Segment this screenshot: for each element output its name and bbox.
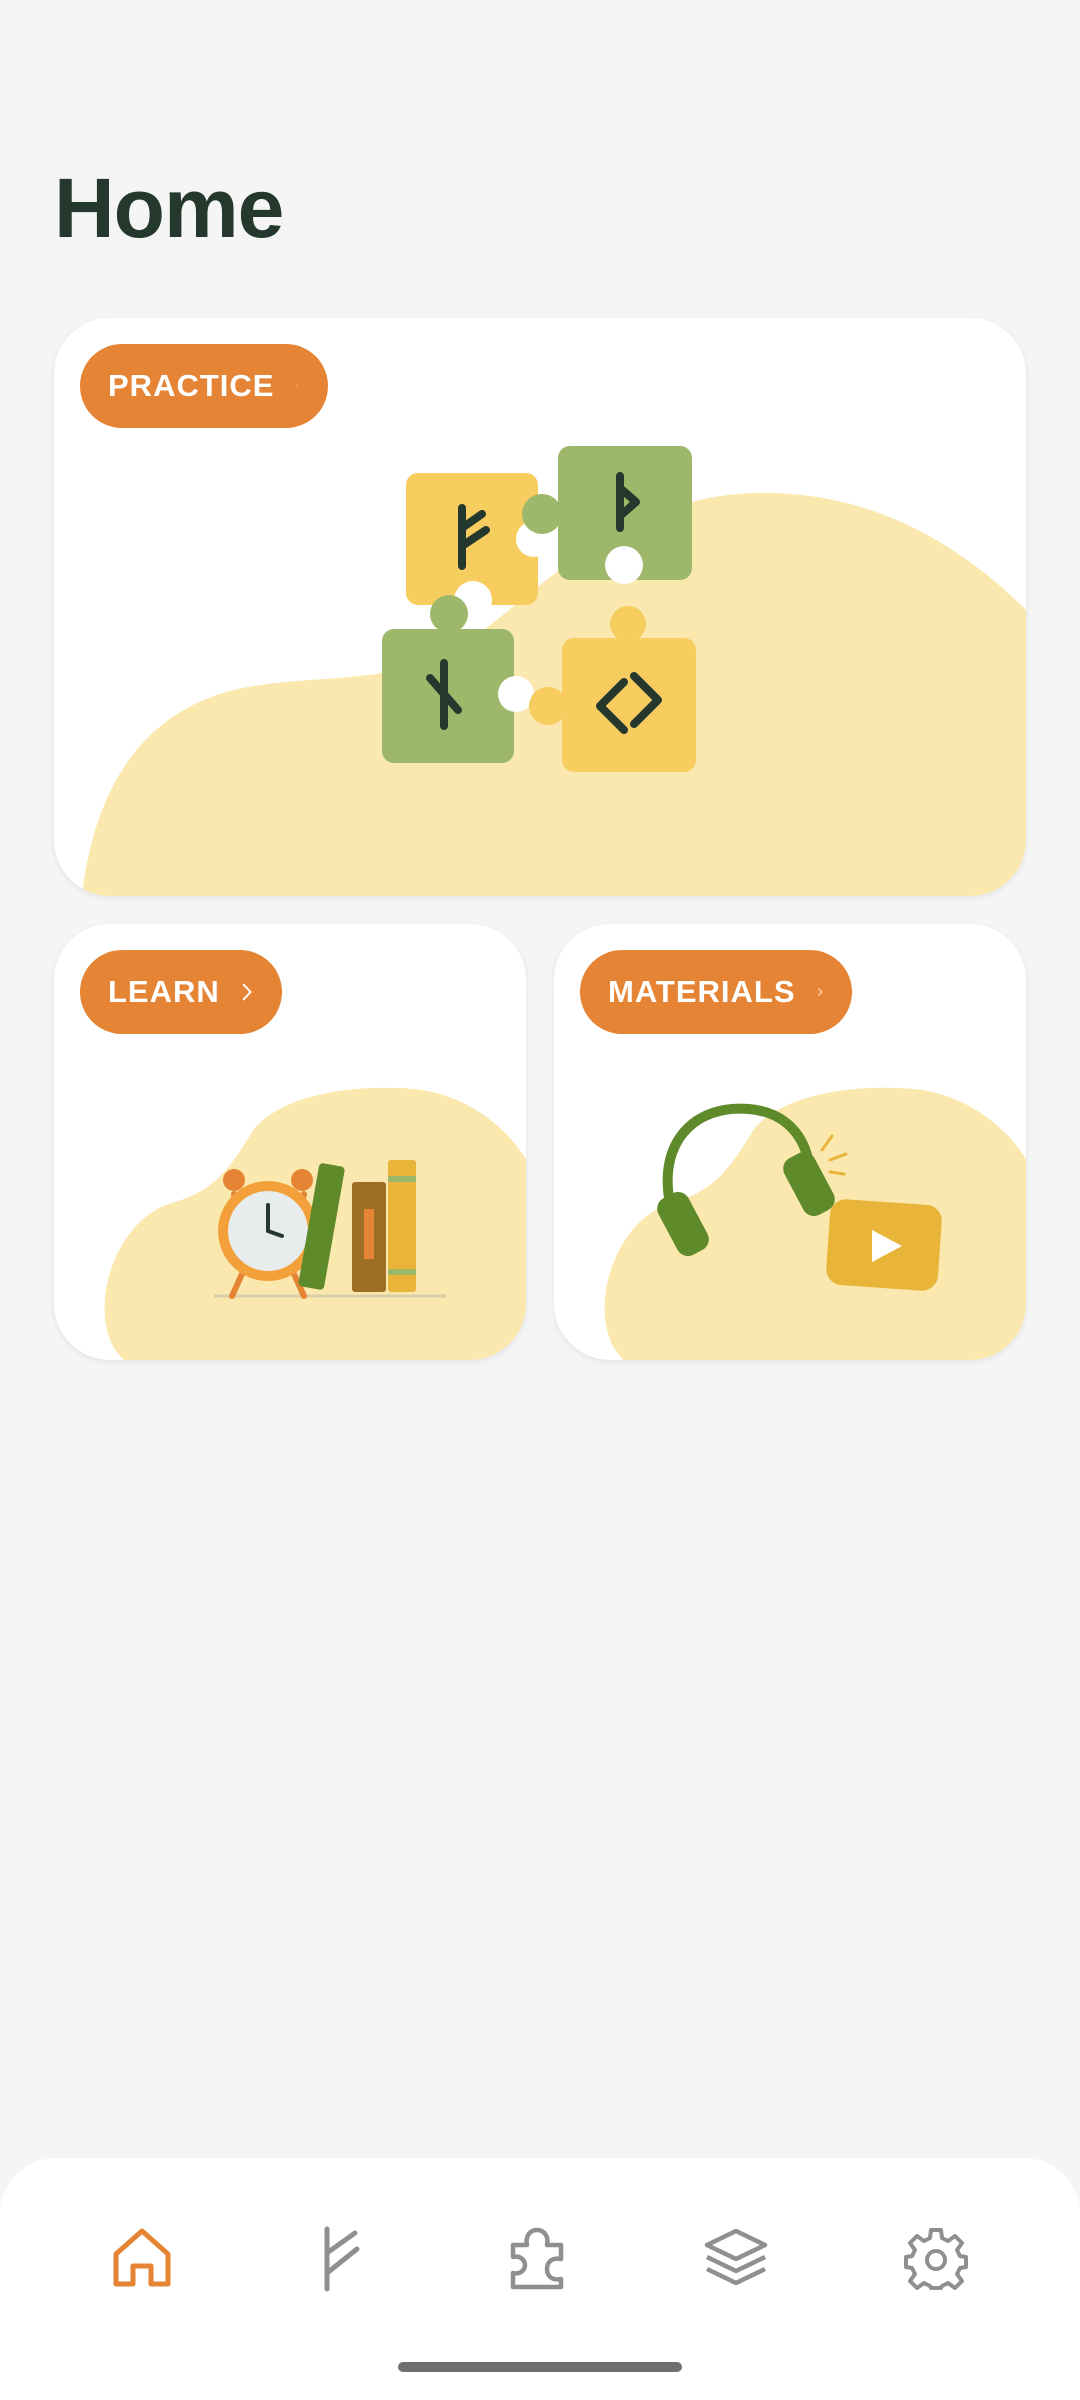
layers-icon: [704, 2228, 768, 2286]
nav-home[interactable]: [92, 2208, 192, 2308]
practice-label: PRACTICE: [108, 368, 275, 403]
rune-icon: [324, 2226, 360, 2292]
materials-button[interactable]: MATERIALS: [580, 950, 852, 1034]
puzzle-piece-thurisaz-icon: [522, 446, 692, 584]
gear-icon: [904, 2228, 968, 2290]
nav-materials[interactable]: [686, 2208, 786, 2308]
play-video-icon: [826, 1199, 942, 1291]
nav-runes[interactable]: [290, 2208, 390, 2308]
materials-card[interactable]: MATERIALS: [554, 924, 1026, 1360]
chevron-right-icon: [296, 384, 298, 388]
nav-practice[interactable]: [488, 2208, 588, 2308]
practice-button[interactable]: PRACTICE: [80, 344, 328, 428]
learn-button[interactable]: LEARN: [80, 950, 282, 1034]
nav-settings[interactable]: [886, 2208, 986, 2308]
chevron-right-icon: [817, 988, 822, 996]
practice-card[interactable]: PRACTICE: [54, 318, 1026, 896]
page-title: Home: [54, 161, 284, 255]
puzzle-icon: [510, 2227, 564, 2290]
puzzle-piece-fehu-icon: [406, 473, 552, 619]
chevron-right-icon: [242, 983, 252, 1001]
home-icon: [113, 2228, 171, 2287]
materials-label: MATERIALS: [608, 974, 796, 1009]
home-indicator[interactable]: [398, 2362, 682, 2372]
learn-label: LEARN: [108, 974, 220, 1009]
learn-card[interactable]: LEARN: [54, 924, 526, 1360]
